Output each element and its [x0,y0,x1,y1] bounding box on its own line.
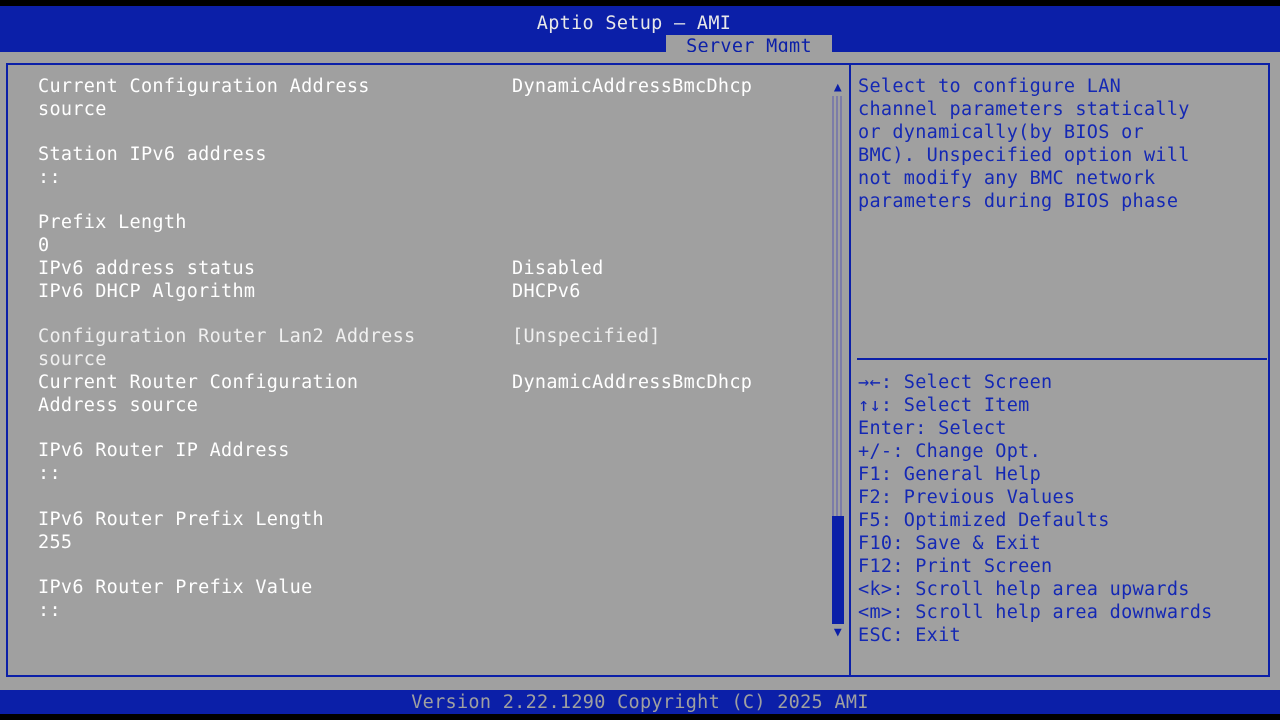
scroll-thumb[interactable] [832,515,844,624]
setting-value: DynamicAddressBmcDhcp [512,76,753,97]
help-text-line: channel parameters statically [858,99,1190,120]
setting-label[interactable]: Configuration Router Lan2 Address [38,325,415,348]
key-hint: F2: Previous Values [858,487,1076,508]
key-hint: →←: Select Screen [858,372,1053,393]
title-bar: Aptio Setup – AMI Server Mgmt [0,6,1280,58]
bios-screen: Aptio Setup – AMI Server Mgmt Current Co… [0,0,1280,720]
key-hint: Enter: Select [858,418,1007,439]
setting-dropdown-value[interactable]: [Unspecified] [512,325,661,348]
setting-label: IPv6 Router IP Address [38,440,290,461]
setting-value: 0 [38,235,50,256]
setting-label: Current Router Configuration [38,372,359,393]
scroll-up-arrow-icon[interactable]: ▲ [831,81,845,95]
setting-value: 255 [38,532,73,553]
key-hint: ↑↓: Select Item [858,395,1030,416]
key-hint: F10: Save & Exit [858,533,1042,554]
key-hint: +/-: Change Opt. [858,441,1042,462]
footer-bar: Version 2.22.1290 Copyright (C) 2025 AMI [0,690,1280,714]
key-hint: <k>: Scroll help area upwards [858,579,1190,600]
setting-label: Station IPv6 address [38,144,267,165]
key-hint: F5: Optimized Defaults [858,510,1110,531]
setting-label: Current Configuration Address [38,76,370,97]
key-hint: <m>: Scroll help area downwards [858,602,1213,623]
help-text-line: BMC). Unspecified option will [858,145,1190,166]
setting-label: IPv6 Router Prefix Value [38,577,313,598]
setting-value: Disabled [512,258,604,279]
setting-label: IPv6 Router Prefix Length [38,509,324,530]
vertical-divider [849,63,851,677]
setting-label: IPv6 address status [38,258,256,279]
setting-value: :: [38,600,61,621]
setting-value: :: [38,463,61,484]
key-hint: F1: General Help [858,464,1042,485]
setting-label: Prefix Length [38,212,187,233]
setting-label: IPv6 DHCP Algorithm [38,281,256,302]
setting-value: DHCPv6 [512,281,581,302]
help-text-line: parameters during BIOS phase [858,191,1179,212]
scroll-down-arrow-icon[interactable]: ▼ [831,626,845,640]
main-area: Current Configuration Address source Dyn… [0,52,1280,690]
setting-label-cont[interactable]: source [38,348,107,371]
help-text-line: Select to configure LAN [858,76,1122,97]
app-title: Aptio Setup – AMI [536,13,732,34]
help-text-line: not modify any BMC network [858,168,1156,189]
horizontal-divider [857,358,1267,360]
setting-label-cont: source [38,99,107,120]
setting-label-cont: Address source [38,395,199,416]
settings-scrollbar[interactable]: ▲ ▼ [831,81,845,642]
key-hint: F12: Print Screen [858,556,1053,577]
version-text: Version 2.22.1290 Copyright (C) 2025 AMI [411,692,869,713]
help-text-line: or dynamically(by BIOS or [858,122,1144,143]
setting-value: :: [38,167,61,188]
key-hint: ESC: Exit [858,625,961,646]
setting-value: DynamicAddressBmcDhcp [512,372,753,393]
